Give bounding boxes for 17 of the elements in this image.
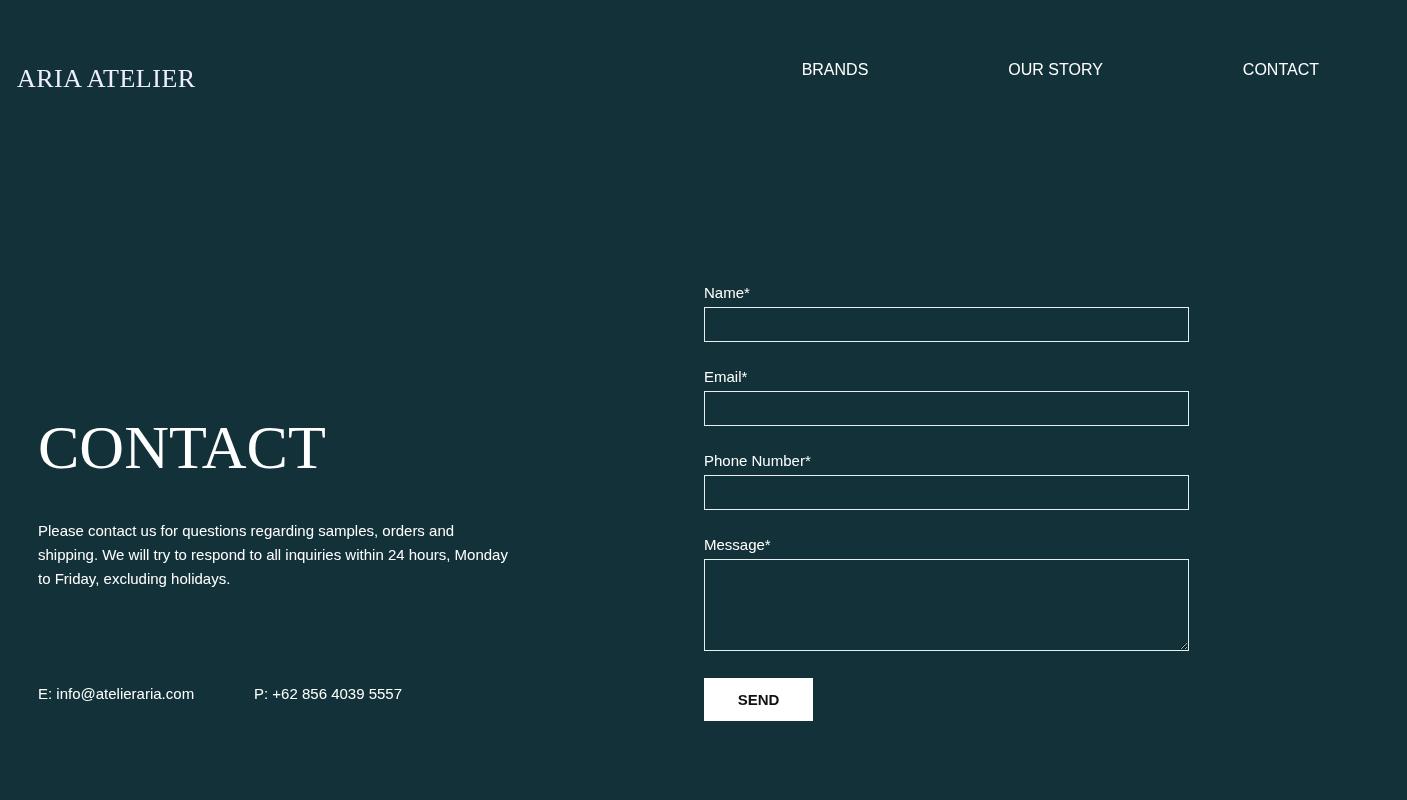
field-label: Message*: [704, 535, 771, 555]
contact-detail: E: info@atelieraria.com: [38, 685, 196, 703]
nav-link[interactable]: OUR STORY: [1008, 61, 1103, 79]
logo[interactable]: ARIA ATELIER: [17, 64, 196, 94]
field-label: Phone Number*: [704, 451, 811, 471]
field-label: Name*: [704, 283, 750, 303]
input-field[interactable]: [704, 475, 1189, 510]
nav-link[interactable]: BRANDS: [801, 61, 869, 79]
intro-text: Please contact us for questions regarding samples, orders and shipping. We will try to respond to all inquiries within 24 hours, Monday to Friday, excluding holidays.: [38, 521, 509, 590]
input-field[interactable]: [704, 391, 1189, 426]
send-button[interactable]: SEND: [704, 678, 813, 721]
message-field[interactable]: [704, 559, 1189, 651]
input-field[interactable]: [704, 307, 1189, 342]
contact-detail: P: +62 856 4039 5557: [254, 685, 403, 703]
page-heading: CONTACT: [38, 413, 326, 482]
nav-link[interactable]: CONTACT: [1242, 61, 1319, 79]
field-label: Email*: [704, 367, 748, 387]
